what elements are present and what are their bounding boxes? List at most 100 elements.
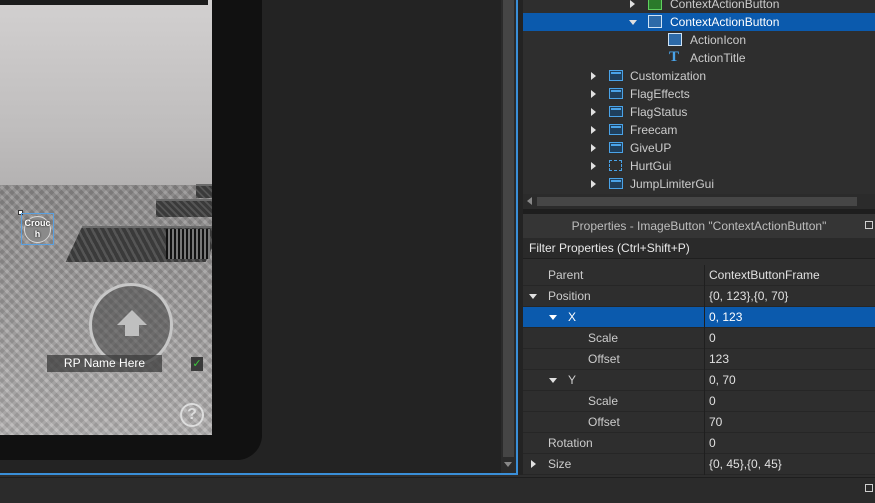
property-row[interactable]: Parent ContextButtonFrame [523, 265, 875, 286]
property-row[interactable]: X 0, 123 [523, 307, 875, 328]
crouch-button[interactable]: Crouc h [21, 213, 54, 245]
tree-item[interactable]: GiveUP [523, 139, 875, 157]
property-value[interactable]: 70 [709, 412, 722, 433]
platform-slab [156, 199, 212, 217]
column-divider [704, 286, 705, 307]
tree-item-label: ContextActionButton [670, 0, 780, 11]
tree-item[interactable]: ContextActionButton [523, 0, 875, 13]
tree-item[interactable]: FlagEffects [523, 85, 875, 103]
tree-item[interactable]: T ActionTitle [523, 49, 875, 67]
collapse-arrow-icon[interactable] [529, 294, 537, 299]
property-name: Parent [548, 268, 584, 282]
tree-item-label: FlagStatus [630, 105, 688, 119]
filter-properties-input[interactable]: Filter Properties (Ctrl+Shift+P) [523, 238, 875, 259]
property-value[interactable]: 0 [709, 433, 716, 454]
properties-list: Parent ContextButtonFrame Position {0, 1… [523, 264, 875, 476]
scroll-left-icon[interactable] [527, 197, 532, 205]
viewport-scroll-thumb[interactable] [503, 0, 514, 457]
explorer-horizontal-scrollbar[interactable] [523, 194, 875, 209]
screen-gui-icon [609, 178, 623, 189]
barcode-decal [166, 229, 210, 259]
jump-arrow-icon [117, 310, 147, 325]
tree-item-label: ActionTitle [690, 51, 746, 65]
property-value[interactable]: 0 [709, 328, 716, 349]
tree-item-label: ContextActionButton [670, 15, 780, 29]
property-row[interactable]: Scale 0 [523, 391, 875, 412]
tree-item[interactable]: Freecam [523, 121, 875, 139]
property-row[interactable]: Rotation 0 [523, 433, 875, 454]
property-name: Scale [588, 331, 619, 345]
expand-arrow-icon[interactable] [531, 460, 536, 468]
undock-icon[interactable] [865, 484, 873, 492]
tree-item-label: GiveUP [630, 141, 672, 155]
tree-item[interactable]: FlagStatus [523, 103, 875, 121]
property-row[interactable]: Position {0, 123},{0, 70} [523, 286, 875, 307]
expand-arrow-icon[interactable] [591, 144, 596, 152]
property-value[interactable]: 0 [709, 391, 716, 412]
tree-item-label: ActionIcon [690, 33, 747, 47]
scene-view[interactable]: Crouc h RP Name Here ✓ ? [0, 0, 212, 435]
explorer-panel: ContextActionButton ContextActionButton … [523, 0, 875, 209]
expand-arrow-icon[interactable] [591, 162, 596, 170]
game-viewport[interactable]: Crouc h RP Name Here ✓ ? [0, 0, 516, 475]
column-divider [704, 349, 705, 370]
property-value[interactable]: 123 [709, 349, 729, 370]
device-top-bar [0, 0, 208, 5]
rp-name-checkmark-icon[interactable]: ✓ [191, 357, 203, 371]
column-divider [704, 307, 705, 328]
platform-slab [196, 184, 212, 198]
tree-item[interactable]: Customization [523, 67, 875, 85]
expand-arrow-icon[interactable] [630, 0, 635, 8]
screen-gui-icon [609, 124, 623, 135]
help-icon[interactable]: ? [180, 403, 204, 427]
expand-arrow-icon[interactable] [591, 72, 596, 80]
property-row[interactable]: Offset 123 [523, 349, 875, 370]
screen-gui-icon [609, 142, 623, 153]
property-value[interactable]: 0, 123 [709, 307, 742, 328]
property-row[interactable]: Offset 70 [523, 412, 875, 433]
tree-item-label: JumpLimiterGui [630, 177, 715, 191]
tree-item-label: Freecam [630, 123, 678, 137]
property-value[interactable]: ContextButtonFrame [709, 265, 820, 286]
image-label-icon [668, 33, 682, 46]
collapse-arrow-icon[interactable] [549, 378, 557, 383]
tree-item[interactable]: HurtGui [523, 157, 875, 175]
expand-arrow-icon[interactable] [591, 180, 596, 188]
property-name: Size [548, 457, 572, 471]
tree-item-label: Customization [630, 69, 707, 83]
expand-arrow-icon[interactable] [591, 126, 596, 134]
tree-item[interactable]: JumpLimiterGui [523, 175, 875, 193]
property-row[interactable]: Size {0, 45},{0, 45} [523, 454, 875, 475]
property-row[interactable]: Y 0, 70 [523, 370, 875, 391]
column-divider [704, 391, 705, 412]
rp-name-label: RP Name Here [47, 355, 162, 372]
tree-item-label: HurtGui [630, 159, 672, 173]
frame-icon [609, 160, 622, 171]
scroll-down-icon[interactable] [504, 462, 512, 467]
bottom-panel-bar [0, 477, 875, 503]
text-label-icon: T [669, 49, 680, 65]
column-divider [704, 328, 705, 349]
property-name: Position [548, 289, 591, 303]
expand-arrow-icon[interactable] [591, 90, 596, 98]
property-value[interactable]: {0, 45},{0, 45} [709, 454, 782, 475]
collapse-arrow-icon[interactable] [549, 315, 557, 320]
viewport-scrollbar[interactable] [501, 0, 516, 475]
property-value[interactable]: 0, 70 [709, 370, 736, 391]
property-name: Offset [588, 352, 620, 366]
tree-item[interactable]: ActionIcon [523, 31, 875, 49]
image-button-icon [648, 0, 662, 10]
collapse-arrow-icon[interactable] [629, 20, 637, 25]
undock-icon[interactable] [865, 221, 873, 229]
property-name: Offset [588, 415, 620, 429]
property-name: X [568, 310, 577, 324]
explorer-scroll-thumb[interactable] [537, 197, 857, 206]
device-frame [212, 0, 262, 460]
property-value[interactable]: {0, 123},{0, 70} [709, 286, 788, 307]
property-row[interactable]: Scale 0 [523, 328, 875, 349]
expand-arrow-icon[interactable] [591, 108, 596, 116]
column-divider [704, 412, 705, 433]
tree-item[interactable]: ContextActionButton [523, 13, 875, 31]
crouch-button-label: Crouc h [24, 218, 51, 239]
property-name: Rotation [548, 436, 593, 450]
